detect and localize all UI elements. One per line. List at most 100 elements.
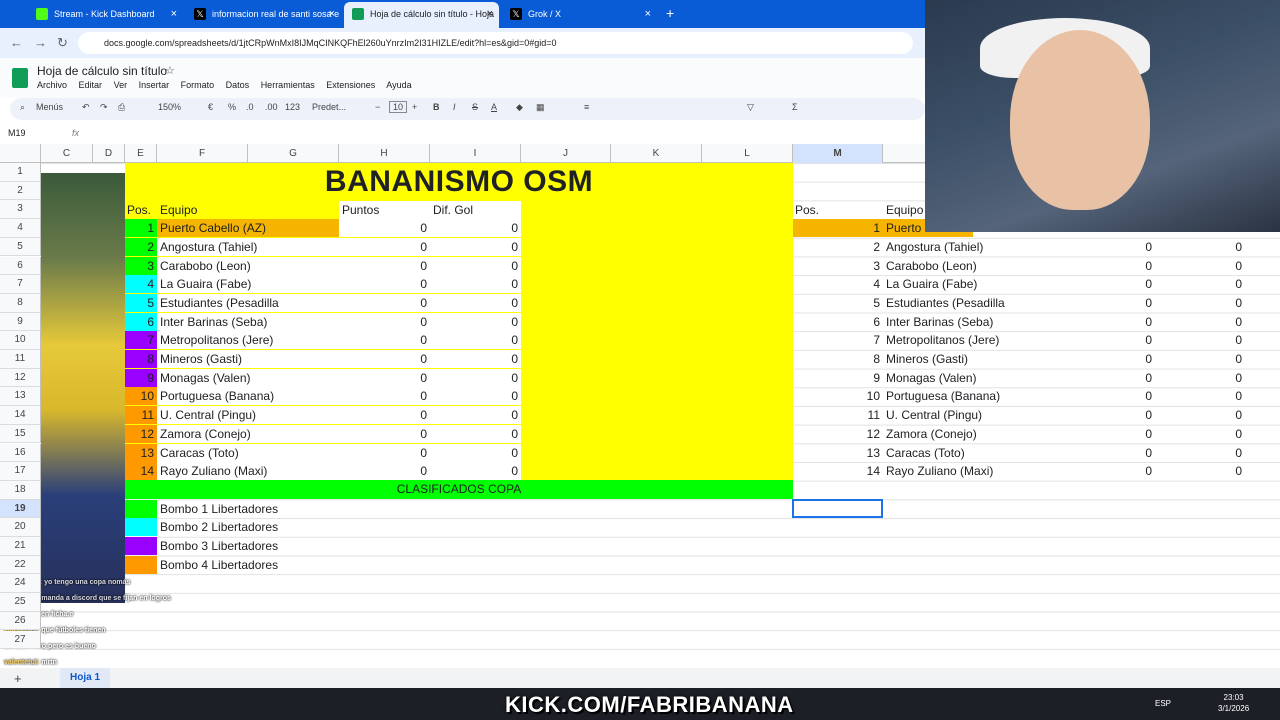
row-header[interactable]: 19 [0,499,41,519]
right-team-points: 0 [1145,426,1152,441]
row-header[interactable]: 9 [0,312,41,332]
undo-icon[interactable]: ↶ [82,102,90,113]
system-clock[interactable]: 23:03 3/1/2026 [1218,692,1249,714]
row-header[interactable]: 14 [0,406,41,425]
right-team-goal-diff: 0 [1235,314,1242,329]
forward-icon[interactable]: → [34,35,47,50]
col-header[interactable]: I [430,144,521,163]
decimal-increase-button[interactable]: .00 [265,102,278,112]
tab-x-search[interactable]: 𝕏 informacion real de santi sosa e × [186,4,341,24]
lang-indicator[interactable]: ESP [1155,699,1171,708]
col-header[interactable]: K [611,144,702,163]
menu-insertar[interactable]: Insertar [139,80,170,90]
url-input[interactable]: docs.google.com/spreadsheets/d/1jtCRpWnM… [78,32,913,54]
menu-ayuda[interactable]: Ayuda [386,80,411,90]
row-header[interactable]: 25 [0,593,41,612]
row-header[interactable]: 10 [0,331,41,350]
team-goal-diff: 0 [511,239,518,254]
close-icon[interactable]: × [487,2,493,26]
team-pos: 10 [140,389,154,404]
decimal-decrease-button[interactable]: .0 [246,102,254,112]
col-header-selected[interactable]: M [793,144,883,163]
menus-search[interactable]: Menús [36,102,63,112]
font-size-decrease[interactable]: − [375,102,380,112]
row-header[interactable]: 26 [0,611,41,631]
reload-icon[interactable]: ↻ [57,35,68,51]
clock-date: 3/1/2026 [1218,704,1250,713]
row-header[interactable]: 2 [0,181,41,201]
row-header[interactable]: 12 [0,368,41,388]
menu-herramientas[interactable]: Herramientas [261,80,315,90]
bold-button[interactable]: B [433,102,440,112]
row-header[interactable]: 17 [0,462,41,481]
chat-text: que fútboles tienen [41,627,106,634]
align-icon[interactable]: ≡ [584,102,589,112]
font-size-input[interactable]: 10 [389,101,408,113]
menu-ver[interactable]: Ver [114,80,128,90]
sheet-tab-hoja1[interactable]: Hoja 1 [60,668,111,688]
currency-button[interactable]: € [208,102,213,112]
row-header[interactable]: 8 [0,293,41,313]
font-size-increase[interactable]: + [412,102,417,112]
row-header[interactable]: 22 [0,555,41,575]
strikethrough-button[interactable]: S [472,102,478,112]
search-icon[interactable]: ⌕ [20,102,25,113]
close-icon[interactable]: × [645,4,651,24]
text-color-button[interactable]: A [491,102,497,112]
row-header[interactable]: 20 [0,518,41,537]
menu-archivo[interactable]: Archivo [37,80,67,90]
row-header[interactable]: 18 [0,480,41,500]
filter-icon[interactable]: ▽ [747,102,754,113]
row-header[interactable]: 5 [0,237,41,257]
col-header[interactable]: H [339,144,430,163]
menu-extensiones[interactable]: Extensiones [326,80,375,90]
row-header[interactable]: 15 [0,424,41,444]
col-header[interactable]: D [93,144,125,163]
menu-datos[interactable]: Datos [226,80,250,90]
col-header[interactable]: J [521,144,611,163]
doc-title[interactable]: Hoja de cálculo sin título [37,64,167,78]
redo-icon[interactable]: ↷ [100,102,108,113]
tab-kick-dashboard[interactable]: Stream - Kick Dashboard × [28,4,183,24]
col-header[interactable]: E [125,144,157,163]
row-header[interactable]: 16 [0,443,41,463]
italic-button[interactable]: I [453,102,456,112]
tab-sheets[interactable]: Hoja de cálculo sin título - Hoja × [344,2,499,28]
row-header[interactable]: 21 [0,537,41,556]
row-header[interactable]: 3 [0,200,41,220]
col-header[interactable]: F [157,144,248,163]
select-all-corner[interactable] [0,144,41,163]
zoom-select[interactable]: 150% [158,102,181,112]
borders-icon[interactable]: ▦ [536,102,545,113]
row-header[interactable]: 6 [0,256,41,276]
tab-grok[interactable]: 𝕏 Grok / X × [502,4,657,24]
close-icon[interactable]: × [171,4,177,24]
functions-button[interactable]: Σ [792,102,798,112]
new-tab-button[interactable]: + [666,5,674,21]
menu-editar[interactable]: Editar [79,80,103,90]
menu-formato[interactable]: Formato [181,80,215,90]
col-header[interactable]: C [41,144,93,163]
fill-color-icon[interactable]: ◆ [516,102,523,113]
selected-cell[interactable] [792,499,883,518]
team-name: Inter Barinas (Seba) [160,314,268,329]
row-header[interactable]: 13 [0,387,41,407]
font-select[interactable]: Predet... [312,102,346,112]
print-icon[interactable]: ⎙ [118,102,125,113]
col-header[interactable]: G [248,144,339,163]
format-number-button[interactable]: 123 [285,102,300,112]
row-header[interactable]: 27 [0,630,41,650]
percent-button[interactable]: % [228,102,236,112]
back-icon[interactable]: ← [10,35,23,50]
col-header[interactable]: L [702,144,793,163]
name-box[interactable]: M19 [8,128,26,138]
add-sheet-icon[interactable]: + [14,671,22,686]
star-icon[interactable]: ☆ [165,64,175,77]
row-header[interactable]: 7 [0,275,41,294]
row-header[interactable]: 11 [0,350,41,369]
row-header[interactable]: 4 [0,219,41,238]
close-icon[interactable]: × [329,4,335,24]
row-header[interactable]: 1 [0,163,41,182]
sheets-logo-icon[interactable] [12,68,28,88]
row-header[interactable]: 24 [0,574,41,594]
